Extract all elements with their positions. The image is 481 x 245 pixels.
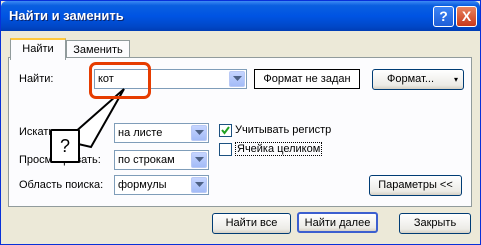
scope-dropdown-arrow[interactable] [191,177,207,193]
format-status-text: Формат не задан [263,73,351,85]
whole-cell-checkbox[interactable] [219,143,232,156]
search-dropdown-arrow[interactable] [191,125,207,141]
help-button[interactable]: ? [433,6,454,27]
find-all-label: Найти все [225,217,278,229]
find-all-button[interactable]: Найти все [212,213,291,234]
scope-label: Область поиска: [19,179,104,191]
format-status-box: Формат не задан [254,69,360,89]
find-replace-dialog: Найти и заменить ? X Найти Заменить Найт… [0,0,481,245]
match-case-checkbox[interactable] [219,124,232,137]
format-button[interactable]: Формат... ▾ [372,69,464,90]
chevron-down-icon [195,157,204,162]
find-next-label: Найти далее [304,217,371,229]
callout-question-mark: ? [59,136,70,156]
tab-find[interactable]: Найти [10,38,66,60]
checkmark-icon [221,126,230,135]
options-button-label: Параметры << [378,179,453,191]
options-button[interactable]: Параметры << [369,175,462,196]
window-title: Найти и заменить [9,8,124,23]
find-label: Найти: [19,73,54,85]
tab-replace-label: Заменить [73,44,123,56]
format-button-label: Формат... [387,73,435,85]
find-value-highlight [89,62,151,99]
close-button[interactable]: Закрыть [399,213,471,234]
chevron-down-icon [233,76,242,81]
scope-select-value: формулы [118,179,167,191]
close-window-button[interactable]: X [456,6,477,27]
dropdown-arrow-icon: ▾ [453,75,458,84]
whole-cell-label[interactable]: Ячейка целиком [235,142,323,156]
chevron-down-icon [195,182,204,187]
callout-bubble: ? [50,129,80,163]
close-label: Закрыть [413,217,457,229]
chevron-down-icon [195,130,204,135]
match-case-label[interactable]: Учитывать регистр [235,124,331,136]
title-bar[interactable]: Найти и заменить ? X [1,1,480,31]
find-dropdown-arrow[interactable] [229,71,245,87]
find-next-button[interactable]: Найти далее [297,212,378,233]
lookup-dropdown-arrow[interactable] [191,152,207,168]
scope-select[interactable]: формулы [114,175,209,195]
tab-find-label: Найти [22,43,54,55]
